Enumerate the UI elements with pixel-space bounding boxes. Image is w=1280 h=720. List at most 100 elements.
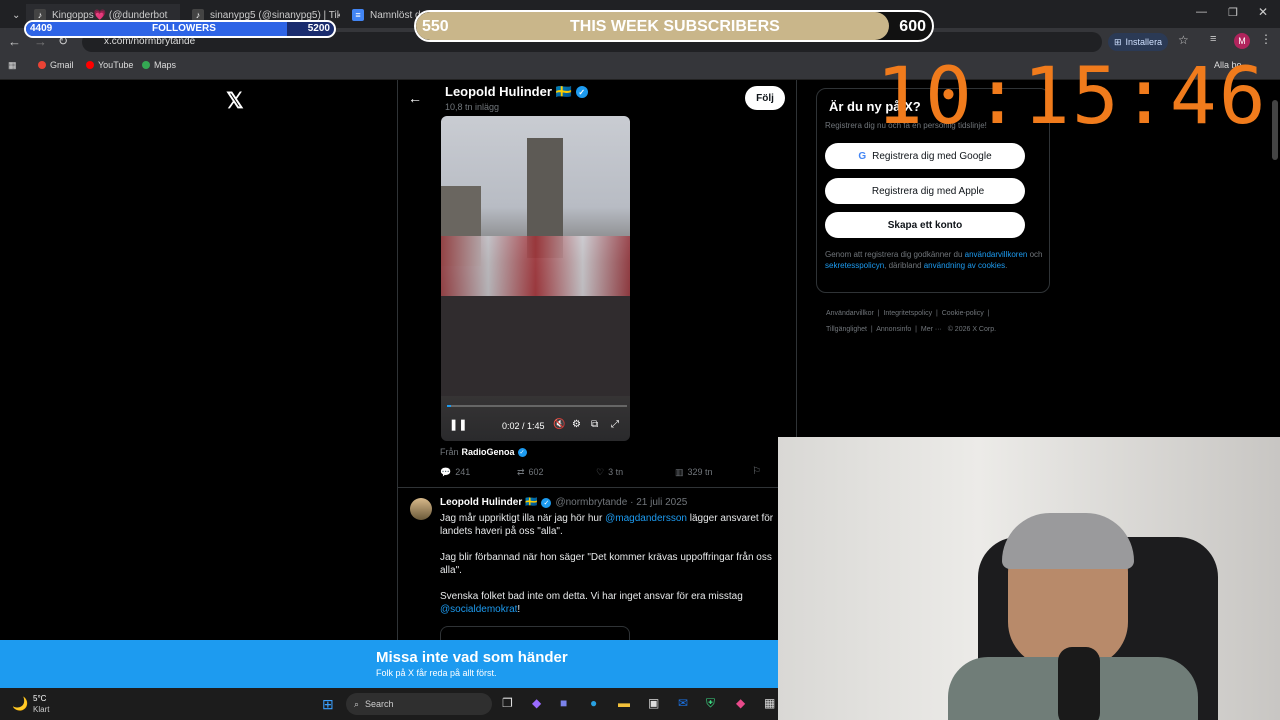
bookmark-icon[interactable]: ⚐ bbox=[752, 466, 761, 477]
store-icon[interactable]: ▣ bbox=[648, 696, 659, 710]
subscribers-current: 550 bbox=[422, 18, 449, 35]
picture-in-picture-icon[interactable]: ⧉ bbox=[591, 419, 598, 430]
video-player[interactable]: ❚❚ 0:02 / 1:45 🔇 ⚙ ⧉ ⤢ bbox=[441, 116, 630, 441]
tab-label: Kingopps💗 (@dunderbot bbox=[52, 9, 168, 21]
heart-icon: ♡ bbox=[596, 467, 605, 477]
source-link[interactable]: RadioGenoa bbox=[462, 447, 515, 457]
search-icon: ⌕ bbox=[354, 698, 360, 709]
followers-goal-bar: 4409 FOLLOWERS 5200 bbox=[24, 20, 336, 38]
tweet-text: Jag mår uppriktigt illa när jag hör hur … bbox=[440, 512, 778, 616]
create-account-button[interactable]: Skapa ett konto bbox=[825, 212, 1025, 238]
edge-icon[interactable]: ● bbox=[590, 696, 597, 710]
fullscreen-icon[interactable]: ⤢ bbox=[611, 419, 619, 430]
x-logo-icon[interactable]: 𝕏 bbox=[226, 88, 244, 114]
terms-link[interactable]: användarvillkoren bbox=[965, 250, 1028, 259]
bookmark-star-icon[interactable]: ☆ bbox=[1178, 33, 1189, 47]
back-arrow-icon[interactable]: ← bbox=[408, 90, 422, 106]
settings-icon[interactable]: ⚙ bbox=[572, 419, 581, 430]
docs-icon: ≡ bbox=[352, 9, 364, 21]
outlook-icon[interactable]: ✉ bbox=[678, 696, 688, 710]
footer-links: Användarvillkor | Integritetspolicy | Co… bbox=[826, 310, 997, 333]
followers-goal: 5200 bbox=[307, 23, 330, 34]
defender-icon[interactable]: ⛨ bbox=[706, 696, 715, 711]
signup-banner[interactable]: Missa inte vad som händer Folk på X får … bbox=[0, 640, 780, 688]
footer-link[interactable]: Användarvillkor bbox=[826, 310, 874, 317]
footer-link[interactable]: Mer ··· bbox=[921, 326, 942, 333]
footer-link[interactable]: Tillgänglighet bbox=[826, 326, 867, 333]
tweet-line: landets haveri på oss "alla". bbox=[440, 526, 563, 537]
back-icon[interactable]: ← bbox=[8, 34, 21, 49]
install-app-button[interactable]: ⊞ Installera bbox=[1108, 33, 1169, 51]
tweet-divider bbox=[397, 487, 778, 488]
profile-avatar[interactable]: M bbox=[1234, 33, 1250, 49]
followers-current: 4409 bbox=[30, 23, 53, 34]
cookies-link[interactable]: användning av cookies bbox=[924, 261, 1005, 270]
privacy-link[interactable]: sekretesspolicyn bbox=[825, 261, 884, 270]
teams-icon[interactable]: ■ bbox=[560, 696, 567, 710]
mention-link[interactable]: @socialdemokrat bbox=[440, 604, 517, 615]
apps-grid-icon[interactable]: ▦ bbox=[8, 60, 17, 71]
mute-icon[interactable]: 🔇 bbox=[553, 419, 565, 430]
task-view-icon[interactable]: ❐ bbox=[502, 696, 513, 710]
views-icon: ▥ bbox=[675, 467, 684, 477]
column-divider bbox=[796, 80, 797, 440]
reply-button[interactable]: 💬 241 bbox=[440, 467, 470, 478]
tweet-author[interactable]: Leopold Hulinder 🇸🇪 bbox=[440, 497, 537, 508]
signup-google-button[interactable]: G Registrera dig med Google bbox=[825, 143, 1025, 169]
crowd-flags bbox=[441, 236, 630, 296]
restore-icon[interactable]: ❐ bbox=[1228, 6, 1238, 19]
column-divider bbox=[397, 80, 398, 640]
bookmark-gmail[interactable]: Gmail bbox=[38, 60, 74, 70]
tweet-paragraph: Jag blir förbannad när hon säger "Det ko… bbox=[440, 552, 772, 576]
copilot-icon[interactable]: ◆ bbox=[532, 696, 541, 710]
close-window-icon[interactable]: ✕ bbox=[1258, 5, 1268, 19]
file-explorer-icon[interactable]: ▬ bbox=[618, 696, 630, 710]
windows-start-icon[interactable]: ⊞ bbox=[322, 696, 334, 713]
subscribers-label: THIS WEEK SUBSCRIBERS bbox=[570, 18, 780, 35]
bookmark-maps[interactable]: Maps bbox=[142, 60, 176, 70]
tweet-line: @socialdemokrat! bbox=[440, 604, 521, 615]
tab-menu-button[interactable]: ⌄ bbox=[4, 4, 24, 26]
taskbar-search[interactable]: ⌕ Search bbox=[346, 693, 492, 715]
tab-namnlost-dokument[interactable]: ≡ Namnlöst doku bbox=[344, 4, 420, 26]
views-button[interactable]: ▥ 329 tn bbox=[675, 467, 713, 478]
like-button[interactable]: ♡ 3 tn bbox=[596, 467, 623, 478]
weather-condition: Klart bbox=[33, 705, 50, 714]
gmail-icon bbox=[38, 61, 46, 69]
subscribers-goal-bar: 550 THIS WEEK SUBSCRIBERS 600 bbox=[414, 10, 934, 42]
tab-label: Namnlöst doku bbox=[370, 9, 420, 21]
microphone-shape bbox=[1058, 647, 1100, 720]
tweet-paragraph: Svenska folket bad inte om detta. Vi har… bbox=[440, 591, 743, 602]
reply-icon: 💬 bbox=[440, 467, 452, 477]
banner-subtitle: Folk på X får reda på allt först. bbox=[376, 668, 497, 678]
subscribers-goal: 600 bbox=[899, 18, 926, 35]
tweet-line: Jag mår uppriktigt illa när jag hör hur … bbox=[440, 513, 774, 524]
footer-link[interactable]: Cookie-policy bbox=[942, 310, 984, 317]
tab-label: sinanypg5 (@sinanypg5) | TikTo bbox=[210, 9, 340, 21]
install-icon: ⊞ bbox=[1114, 36, 1122, 47]
repost-button[interactable]: ⇄ 602 bbox=[517, 467, 544, 478]
signup-apple-button[interactable]: Registrera dig med Apple bbox=[825, 178, 1025, 204]
pause-icon[interactable]: ❚❚ bbox=[449, 418, 467, 431]
reading-list-icon[interactable]: ≡ bbox=[1210, 33, 1216, 45]
profile-name: Leopold Hulinder 🇸🇪 ✓ bbox=[445, 84, 588, 100]
video-source: Från RadioGenoa ✓ bbox=[440, 447, 527, 457]
tweet-header: Leopold Hulinder 🇸🇪 ✓ @normbrytande · 21… bbox=[440, 497, 687, 508]
tweet-handle-date: @normbrytande · 21 juli 2025 bbox=[555, 497, 688, 508]
video-progress-track[interactable] bbox=[447, 405, 627, 407]
verified-badge-icon: ✓ bbox=[575, 86, 588, 98]
browser-menu-icon[interactable]: ⋮ bbox=[1260, 32, 1272, 46]
footer-link[interactable]: Integritetspolicy bbox=[883, 310, 932, 317]
footer-link[interactable]: Annonsinfo bbox=[876, 326, 911, 333]
bookmark-youtube[interactable]: YouTube bbox=[86, 60, 133, 70]
repost-icon: ⇄ bbox=[517, 467, 525, 477]
follow-button[interactable]: Följ bbox=[745, 86, 785, 110]
page-scrollbar[interactable] bbox=[1272, 100, 1278, 160]
app-icon[interactable]: ◆ bbox=[736, 696, 745, 710]
mention-link[interactable]: @magdandersson bbox=[605, 513, 687, 524]
weather-moon-icon[interactable]: 🌙 bbox=[12, 696, 28, 712]
minimize-icon[interactable]: — bbox=[1196, 6, 1207, 18]
verified-badge-icon: ✓ bbox=[517, 447, 527, 457]
app-icon[interactable]: ▦ bbox=[764, 696, 775, 710]
avatar[interactable] bbox=[410, 498, 432, 520]
